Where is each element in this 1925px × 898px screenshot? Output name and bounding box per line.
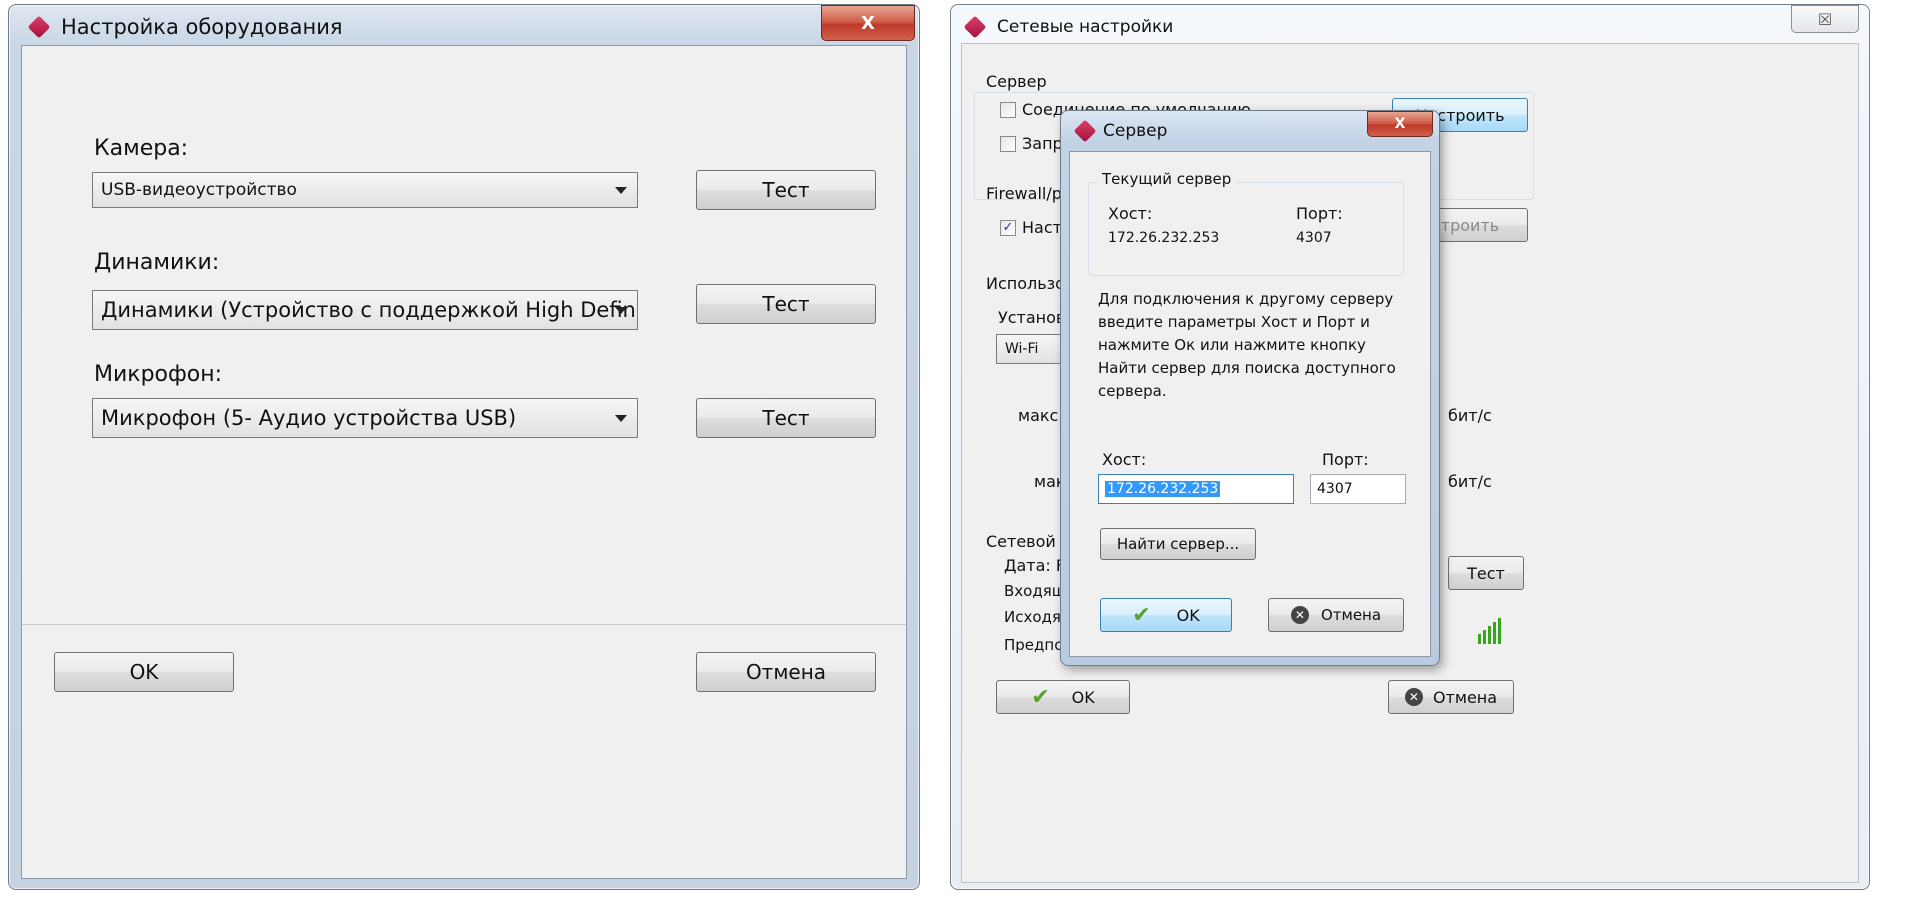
camera-test-button[interactable]: Тест	[696, 170, 876, 210]
ok-button[interactable]: OK	[54, 652, 234, 692]
camera-test-label: Тест	[762, 178, 810, 202]
network-ok-button[interactable]: ✔ OK	[996, 680, 1130, 714]
signal-bar	[1488, 626, 1491, 644]
signal-strength-icon	[1478, 614, 1501, 644]
current-port-value: 4307	[1296, 230, 1332, 246]
cancel-label: Отмена	[745, 660, 827, 684]
hardware-settings-titlebar[interactable]: Настройка оборудования	[9, 5, 919, 49]
host-input-label: Хост:	[1102, 450, 1147, 469]
network-cancel-button[interactable]: ✕ Отмена	[1388, 680, 1514, 714]
network-window-title: Сетевые настройки	[997, 17, 1174, 37]
divider	[22, 624, 906, 625]
server-dialog-client: Текущий сервер Хост: Порт: 172.26.232.25…	[1069, 151, 1431, 657]
outgoing-label: Исходя	[1004, 608, 1061, 626]
port-input-label: Порт:	[1322, 450, 1369, 469]
host-input-value: 172.26.232.253	[1105, 481, 1221, 497]
speakers-select[interactable]: Динамики (Устройство с поддержкой High D…	[92, 290, 638, 330]
microphone-select-value: Микрофон (5- Аудио устройства USB)	[101, 406, 517, 430]
signal-bar	[1498, 618, 1501, 644]
network-cancel-label: Отмена	[1432, 687, 1498, 707]
traffic-group-label: Сетевой т	[986, 532, 1071, 551]
server-cancel-button[interactable]: ✕ Отмена	[1268, 598, 1404, 632]
bits-out-label: бит/с	[1448, 472, 1492, 491]
camera-select-value: USB-видеоустройство	[101, 180, 297, 200]
bits-in-label: бит/с	[1448, 406, 1492, 425]
server-cancel-label: Отмена	[1320, 606, 1382, 624]
find-server-label: Найти сервер...	[1116, 535, 1240, 553]
speakers-label: Динамики:	[94, 250, 220, 275]
server-ok-label: OK	[1176, 605, 1200, 625]
firewall-group-label: Firewall/p	[986, 184, 1062, 203]
camera-select[interactable]: USB-видеоустройство	[92, 172, 638, 208]
network-ok-label: OK	[1071, 687, 1095, 707]
max-in-label: макс.	[1018, 406, 1064, 425]
speakers-test-button[interactable]: Тест	[696, 284, 876, 324]
app-icon	[1073, 119, 1097, 143]
close-icon: ☒	[1817, 9, 1833, 29]
signal-bar	[1478, 634, 1481, 644]
server-group-label: Сервер	[986, 72, 1047, 91]
signal-bar	[1483, 630, 1486, 644]
camera-label: Камера:	[94, 136, 189, 161]
server-dialog-title: Сервер	[1103, 121, 1168, 141]
microphone-test-label: Тест	[762, 406, 810, 430]
cancel-icon: ✕	[1404, 688, 1423, 706]
connection-type-value: Wi-Fi	[1005, 341, 1039, 357]
server-description: Для подключения к другому серверу введит…	[1098, 290, 1396, 400]
speakers-select-value: Динамики (Устройство с поддержкой High D…	[101, 298, 638, 322]
date-label: Дата: F	[1004, 556, 1066, 575]
current-server-group	[1088, 182, 1404, 276]
port-input-value: 4307	[1317, 481, 1353, 497]
chevron-down-icon	[615, 415, 627, 422]
current-port-label: Порт:	[1296, 204, 1343, 223]
microphone-label: Микрофон:	[94, 362, 223, 387]
signal-bar	[1493, 622, 1496, 644]
network-test-button[interactable]: Тест	[1448, 556, 1524, 590]
microphone-test-button[interactable]: Тест	[696, 398, 876, 438]
close-icon: X	[1394, 116, 1406, 132]
close-icon: X	[861, 12, 875, 34]
current-host-value: 172.26.232.253	[1108, 230, 1220, 246]
find-server-button[interactable]: Найти сервер...	[1100, 528, 1256, 560]
close-button[interactable]: ☒	[1791, 5, 1859, 33]
server-close-button[interactable]: X	[1367, 111, 1433, 137]
cancel-icon: ✕	[1290, 606, 1309, 624]
app-icon	[963, 15, 987, 39]
cancel-button[interactable]: Отмена	[696, 652, 876, 692]
incoming-label: Входящ	[1004, 582, 1066, 600]
port-input[interactable]: 4307	[1310, 474, 1406, 504]
microphone-select[interactable]: Микрофон (5- Аудио устройства USB)	[92, 398, 638, 438]
hardware-settings-client: Камера: USB-видеоустройство Тест Динамик…	[21, 45, 907, 879]
current-server-label: Текущий сервер	[1098, 170, 1236, 188]
usage-group-label: Использо	[986, 274, 1065, 293]
server-ok-button[interactable]: ✔ OK	[1100, 598, 1232, 632]
chevron-down-icon	[615, 187, 627, 194]
network-test-label: Тест	[1467, 563, 1505, 583]
checkmark-icon: ✔	[1132, 602, 1151, 628]
host-input[interactable]: 172.26.232.253	[1098, 474, 1294, 504]
firewall-checkbox[interactable]: ✓	[1000, 220, 1016, 236]
app-icon	[27, 15, 51, 39]
forbid-checkbox[interactable]	[1000, 136, 1016, 152]
install-label: Установ	[998, 308, 1066, 327]
window-title: Настройка оборудования	[61, 15, 343, 39]
configure-firewall-label: троить	[1440, 215, 1500, 235]
expected-label: Предпо	[1004, 636, 1064, 654]
ok-label: OK	[129, 660, 159, 684]
chevron-down-icon	[615, 307, 627, 314]
server-dialog: Сервер X Текущий сервер Хост: Порт: 172.…	[1060, 110, 1440, 666]
checkmark-icon: ✔	[1031, 684, 1050, 710]
current-host-label: Хост:	[1108, 204, 1153, 223]
hardware-settings-window: Настройка оборудования X Камера: USB-вид…	[8, 4, 920, 890]
speakers-test-label: Тест	[762, 292, 810, 316]
default-connection-checkbox[interactable]	[1000, 102, 1016, 118]
close-button[interactable]: X	[821, 5, 915, 41]
